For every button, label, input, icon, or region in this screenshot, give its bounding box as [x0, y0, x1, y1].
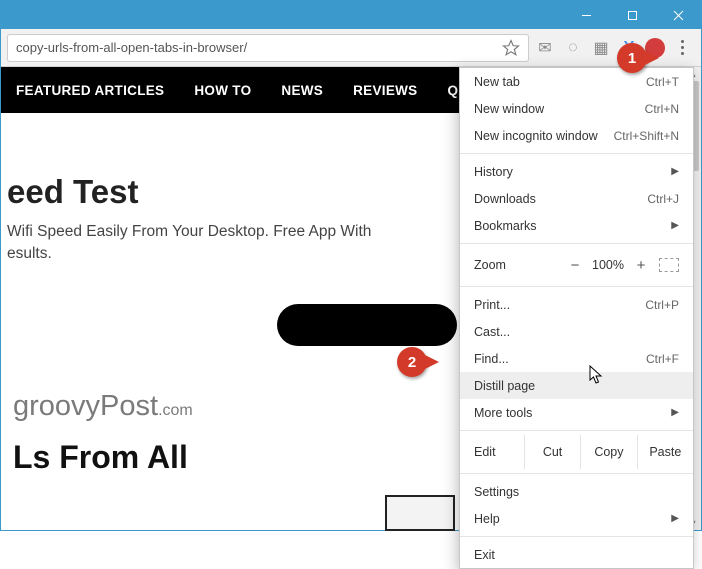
menu-label: Settings	[474, 485, 519, 499]
menu-shortcut: Ctrl+P	[645, 298, 679, 312]
menu-print[interactable]: Print... Ctrl+P	[460, 291, 693, 318]
menu-help[interactable]: Help ▶	[460, 505, 693, 532]
menu-new-incognito[interactable]: New incognito window Ctrl+Shift+N	[460, 122, 693, 149]
close-button[interactable]	[655, 1, 701, 29]
menu-paste[interactable]: Paste	[637, 435, 693, 469]
menu-label: Help	[474, 512, 500, 526]
menu-bookmarks[interactable]: Bookmarks ▶	[460, 212, 693, 239]
menu-zoom-row: Zoom − 100% +	[460, 248, 693, 282]
menu-new-window[interactable]: New window Ctrl+N	[460, 95, 693, 122]
extension-icon-3[interactable]: ▦	[589, 36, 613, 60]
logo-text: groovyPost	[13, 390, 158, 422]
submenu-arrow-icon: ▶	[671, 513, 679, 524]
maximize-button[interactable]	[609, 1, 655, 29]
menu-label: Distill page	[474, 379, 535, 393]
extension-icon-1[interactable]: ✉	[533, 36, 557, 60]
menu-label: Exit	[474, 548, 495, 562]
menu-edit-row: Edit Cut Copy Paste	[460, 435, 693, 469]
url-input[interactable]: copy-urls-from-all-open-tabs-in-browser/	[7, 34, 529, 62]
nav-news[interactable]: NEWS	[266, 83, 338, 98]
menu-shortcut: Ctrl+N	[645, 102, 679, 116]
menu-shortcut: Ctrl+F	[646, 352, 679, 366]
chrome-menu-button[interactable]	[669, 35, 695, 61]
submenu-arrow-icon: ▶	[671, 220, 679, 231]
menu-cast[interactable]: Cast...	[460, 318, 693, 345]
annotation-callout-2: 2	[397, 347, 427, 377]
extension-icon-2[interactable]: ◌	[561, 36, 585, 60]
menu-copy[interactable]: Copy	[580, 435, 636, 469]
nav-featured-articles[interactable]: FEATURED ARTICLES	[1, 83, 179, 98]
chrome-menu-dropdown: New tab Ctrl+T New window Ctrl+N New incog…	[459, 67, 694, 569]
submenu-arrow-icon: ▶	[671, 166, 679, 177]
mouse-cursor-icon	[589, 365, 604, 385]
menu-more-tools[interactable]: More tools ▶	[460, 399, 693, 426]
menu-shortcut: Ctrl+J	[647, 192, 679, 206]
zoom-out-button[interactable]: −	[563, 257, 587, 274]
menu-downloads[interactable]: Downloads Ctrl+J	[460, 185, 693, 212]
nav-how-to[interactable]: HOW TO	[179, 83, 266, 98]
menu-label: Downloads	[474, 192, 536, 206]
fullscreen-icon[interactable]	[659, 258, 679, 272]
menu-new-tab[interactable]: New tab Ctrl+T	[460, 68, 693, 95]
edit-label: Edit	[460, 435, 524, 469]
menu-label: More tools	[474, 406, 532, 420]
bookmark-star-icon[interactable]	[502, 39, 520, 57]
menu-shortcut: Ctrl+Shift+N	[614, 129, 679, 143]
address-bar: copy-urls-from-all-open-tabs-in-browser/…	[1, 29, 701, 67]
ad-subline-2: esults.	[7, 243, 387, 265]
annotation-callout-1: 1	[617, 43, 647, 73]
menu-label: Find...	[474, 352, 509, 366]
url-text: copy-urls-from-all-open-tabs-in-browser/	[16, 40, 502, 55]
menu-label: History	[474, 165, 513, 179]
menu-find[interactable]: Find... Ctrl+F	[460, 345, 693, 372]
zoom-label: Zoom	[474, 258, 563, 272]
menu-settings[interactable]: Settings	[460, 478, 693, 505]
minimize-button[interactable]	[563, 1, 609, 29]
menu-history[interactable]: History ▶	[460, 158, 693, 185]
submenu-arrow-icon: ▶	[671, 407, 679, 418]
ad-cta-button[interactable]	[277, 304, 457, 346]
window-titlebar	[1, 1, 701, 29]
menu-label: Cast...	[474, 325, 510, 339]
thumbnail-box[interactable]	[385, 495, 455, 531]
menu-distill-page[interactable]: Distill page	[460, 372, 693, 399]
menu-cut[interactable]: Cut	[524, 435, 580, 469]
ad-subline-1: Wifi Speed Easily From Your Desktop. Fre…	[7, 221, 387, 243]
menu-exit[interactable]: Exit	[460, 541, 693, 568]
menu-label: New tab	[474, 75, 520, 89]
menu-shortcut: Ctrl+T	[646, 75, 679, 89]
zoom-in-button[interactable]: +	[629, 257, 653, 274]
menu-label: Bookmarks	[474, 219, 537, 233]
menu-label: New window	[474, 102, 544, 116]
menu-label: New incognito window	[474, 129, 598, 143]
logo-suffix: .com	[158, 402, 193, 419]
zoom-value: 100%	[587, 258, 629, 272]
menu-label: Print...	[474, 298, 510, 312]
nav-reviews[interactable]: REVIEWS	[338, 83, 432, 98]
